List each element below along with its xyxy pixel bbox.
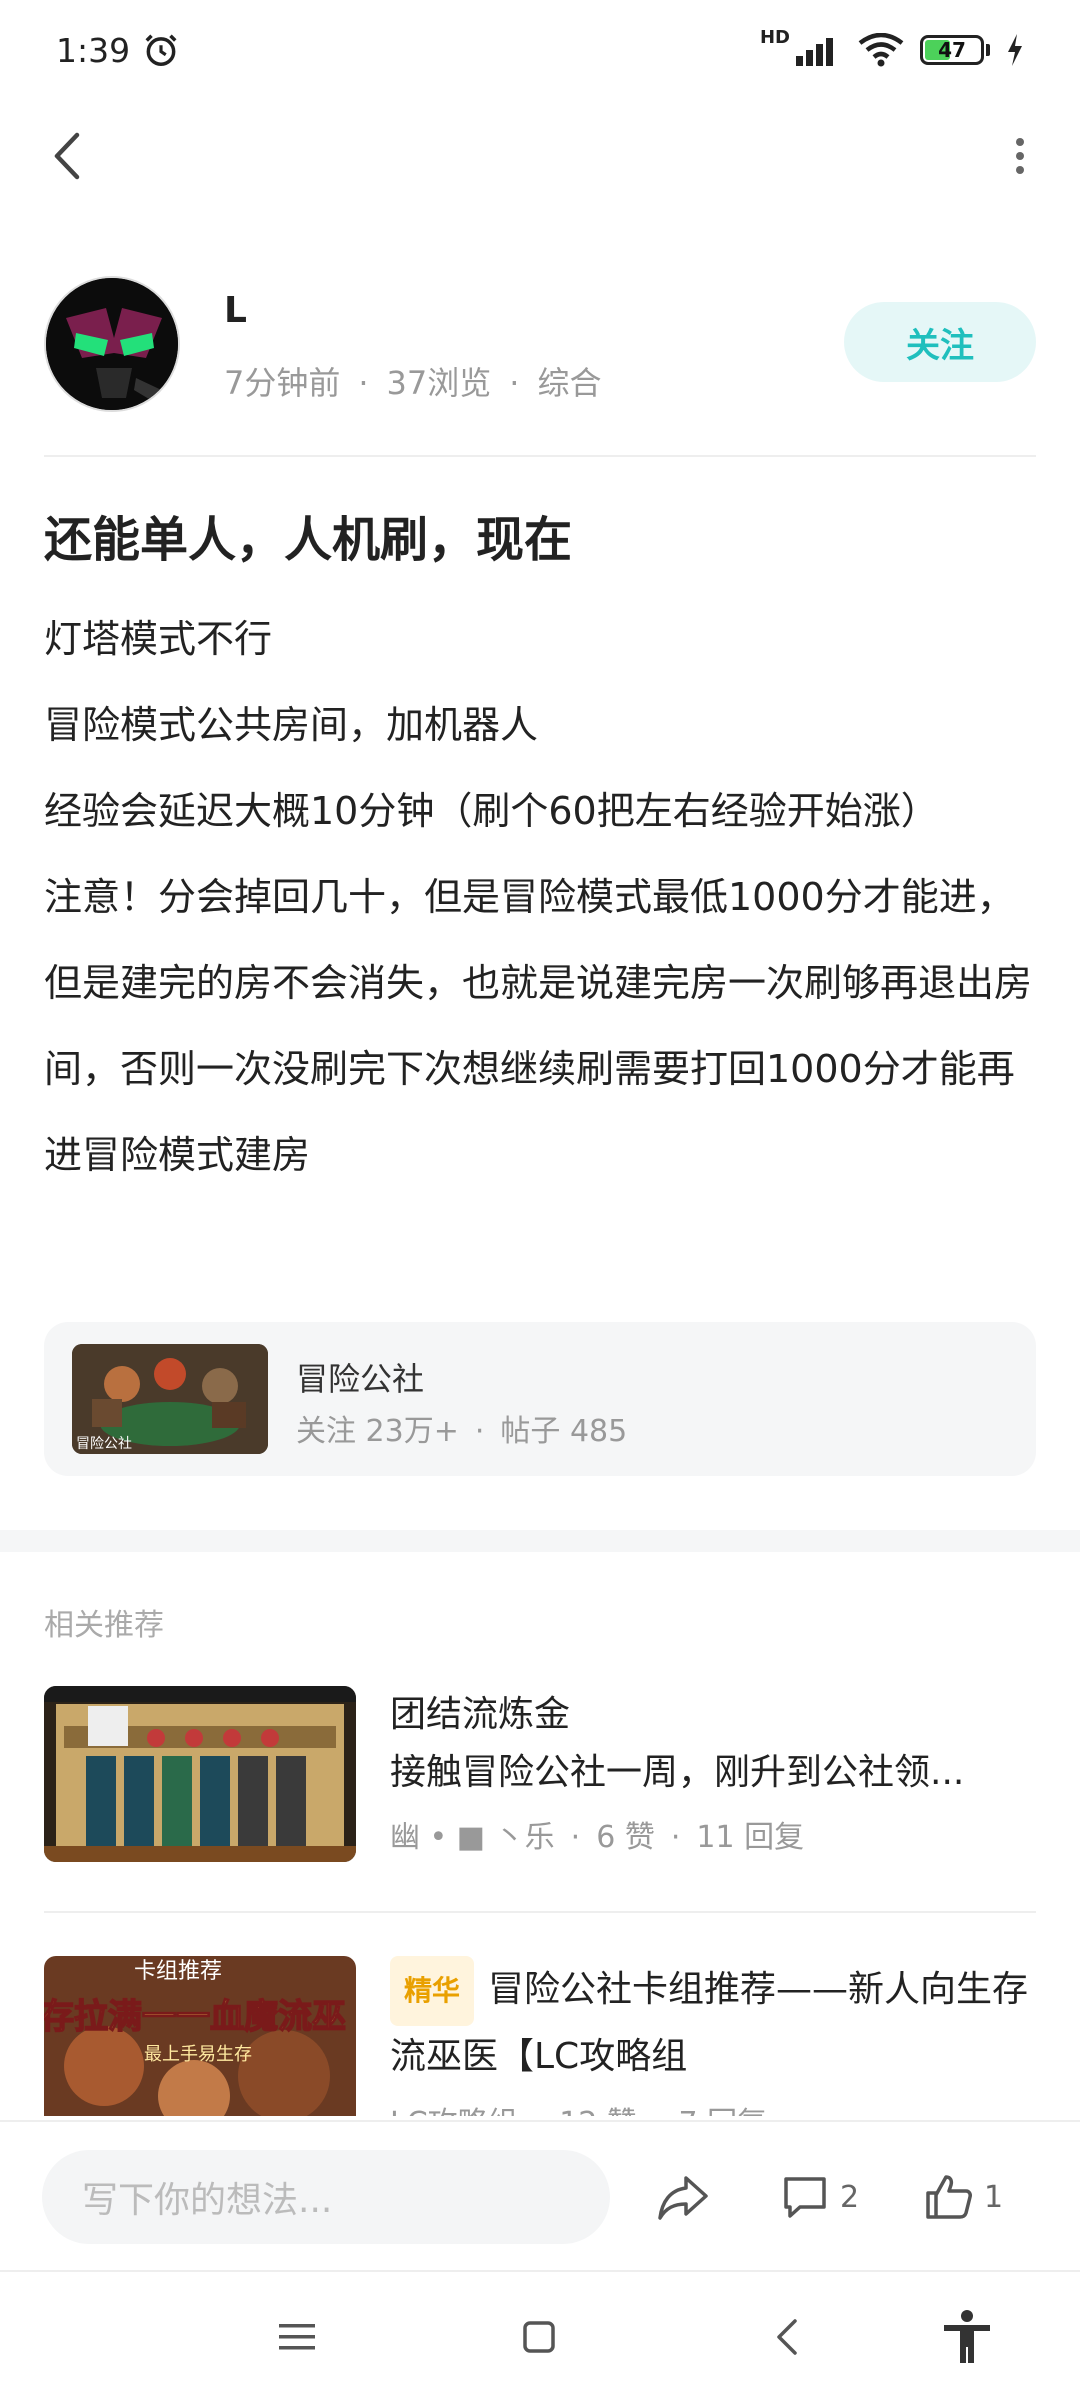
community-posts: 帖子 485 <box>500 1414 628 1449</box>
post-paragraph: 经验会延迟大概10分钟（刷个60把左右经验开始涨） <box>44 789 939 833</box>
related-replies: 11 回复 <box>696 1820 805 1855</box>
back-button[interactable] <box>36 126 96 186</box>
related-item[interactable]: 卡组推荐 存拉满一一血魔流巫 最上手易生存 精华 冒险公社卡组推荐——新人向生存流… <box>44 1956 1036 2116</box>
community-thumb-text: 冒险公社 <box>76 1436 132 1452</box>
community-followers: 关注 23万+ <box>296 1414 459 1449</box>
home-button[interactable] <box>504 2302 574 2372</box>
community-card[interactable]: 冒险公社 冒险公社 关注 23万+ · 帖子 485 <box>44 1322 1036 1476</box>
related-author: LC攻略组 <box>390 2106 518 2116</box>
share-button[interactable] <box>656 2160 710 2234</box>
related-heading: 相关推荐 <box>44 1608 164 1643</box>
post-paragraph: 注意！分会掉回几十，但是冒险模式最低1000分才能进，但是建完的房不会消失，也就… <box>44 875 1033 1177</box>
like-button[interactable]: 1 <box>924 2160 1003 2234</box>
related-thumbnail: 卡组推荐 存拉满一一血魔流巫 最上手易生存 <box>44 1956 356 2116</box>
top-nav <box>0 110 1080 200</box>
related-likes: 12 赞 <box>559 2106 637 2116</box>
community-thumbnail: 冒险公社 <box>72 1344 268 1454</box>
avatar[interactable] <box>44 276 180 412</box>
thumbs-up-icon <box>926 2175 972 2219</box>
post-meta: 7分钟前 · 37浏览 · 综合 <box>224 364 602 402</box>
network-label: HD <box>759 27 790 48</box>
post-views: 37浏览 <box>386 364 492 402</box>
divider <box>44 1911 1036 1913</box>
charging-icon <box>1008 34 1022 66</box>
comment-input[interactable]: 写下你的想法... <box>42 2150 610 2244</box>
related-title: 团结流炼金 <box>390 1694 571 1735</box>
related-text: 精华冒险公社卡组推荐——新人向生存流巫医【LC攻略组 LC攻略组·12 赞·7 … <box>390 1956 1036 2116</box>
post-paragraph: 冒险模式公共房间，加机器人 <box>44 703 539 747</box>
community-name: 冒险公社 <box>296 1360 425 1398</box>
related-thumb-top-text: 卡组推荐 <box>134 1959 222 1984</box>
status-time: 1:39 <box>56 30 131 70</box>
more-vertical-icon <box>1016 138 1024 174</box>
comment-count: 2 <box>840 2179 860 2215</box>
related-thumbnail <box>44 1686 356 1862</box>
related-title: 精华 冒险公社卡组推荐——新人向生存流巫医【LC攻略组 <box>390 1956 1036 2088</box>
home-square-icon <box>523 2321 555 2353</box>
like-count: 1 <box>984 2179 1004 2215</box>
essence-badge: 精华 <box>390 1956 475 2026</box>
section-separator <box>0 1530 1080 1552</box>
related-thumb-mid-text: 存拉满一一血魔流巫 <box>44 1997 346 2037</box>
related-likes: 6 赞 <box>596 1820 655 1855</box>
back-triangle-icon <box>777 2319 797 2355</box>
post-body: 灯塔模式不行 冒险模式公共房间，加机器人 经验会延迟大概10分钟（刷个60把左右… <box>44 596 1036 1198</box>
related-author: 幽 • ■ 丶乐 <box>390 1820 555 1855</box>
related-text: 团结流炼金 接触冒险公社一周，刚升到公社领... 幽 • ■ 丶乐 · 6 赞 · 11… <box>390 1686 1036 1856</box>
share-icon <box>658 2176 708 2220</box>
related-meta: 幽 • ■ 丶乐 · 6 赞 · 11 回复 <box>390 1820 805 1855</box>
related-replies: 7 回复 <box>678 2106 767 2116</box>
system-nav-bar <box>0 2270 1080 2400</box>
post-title: 还能单人，人机刷，现在 <box>44 512 573 568</box>
system-back-button[interactable] <box>752 2302 822 2372</box>
comment-button[interactable]: 2 <box>780 2160 859 2234</box>
related-thumb-bottom-text: 最上手易生存 <box>144 2044 252 2065</box>
more-button[interactable] <box>990 126 1050 186</box>
wifi-icon <box>858 33 904 67</box>
post-category[interactable]: 综合 <box>537 364 601 402</box>
post-time: 7分钟前 <box>224 364 341 402</box>
battery-indicator: 47 <box>920 35 990 65</box>
menu-button[interactable] <box>262 2302 332 2372</box>
related-meta: LC攻略组·12 赞·7 回复 <box>390 2098 1036 2116</box>
accessibility-icon <box>944 2310 990 2363</box>
signal-icon <box>796 38 833 66</box>
status-bar: 1:39 HD 47 <box>0 0 1080 100</box>
accessibility-button[interactable] <box>932 2302 1002 2372</box>
community-stats: 关注 23万+ · 帖子 485 <box>296 1414 628 1449</box>
post-paragraph: 灯塔模式不行 <box>44 617 273 661</box>
related-subtitle: 接触冒险公社一周，刚升到公社领... <box>390 1752 965 1793</box>
comment-icon <box>784 2177 826 2218</box>
alarm-icon <box>145 34 177 66</box>
battery-level: 47 <box>938 38 966 62</box>
author-row: L 7分钟前 · 37浏览 · 综合 关注 <box>44 274 1036 414</box>
follow-button[interactable]: 关注 <box>844 302 1036 382</box>
comment-bar: 写下你的想法... 2 1 <box>0 2120 1080 2270</box>
menu-icon <box>279 2324 315 2350</box>
author-name[interactable]: L <box>224 290 247 331</box>
divider <box>44 455 1036 457</box>
chevron-left-icon <box>54 132 80 180</box>
related-item[interactable]: 团结流炼金 接触冒险公社一周，刚升到公社领... 幽 • ■ 丶乐 · 6 赞 · 11… <box>44 1686 1036 1866</box>
